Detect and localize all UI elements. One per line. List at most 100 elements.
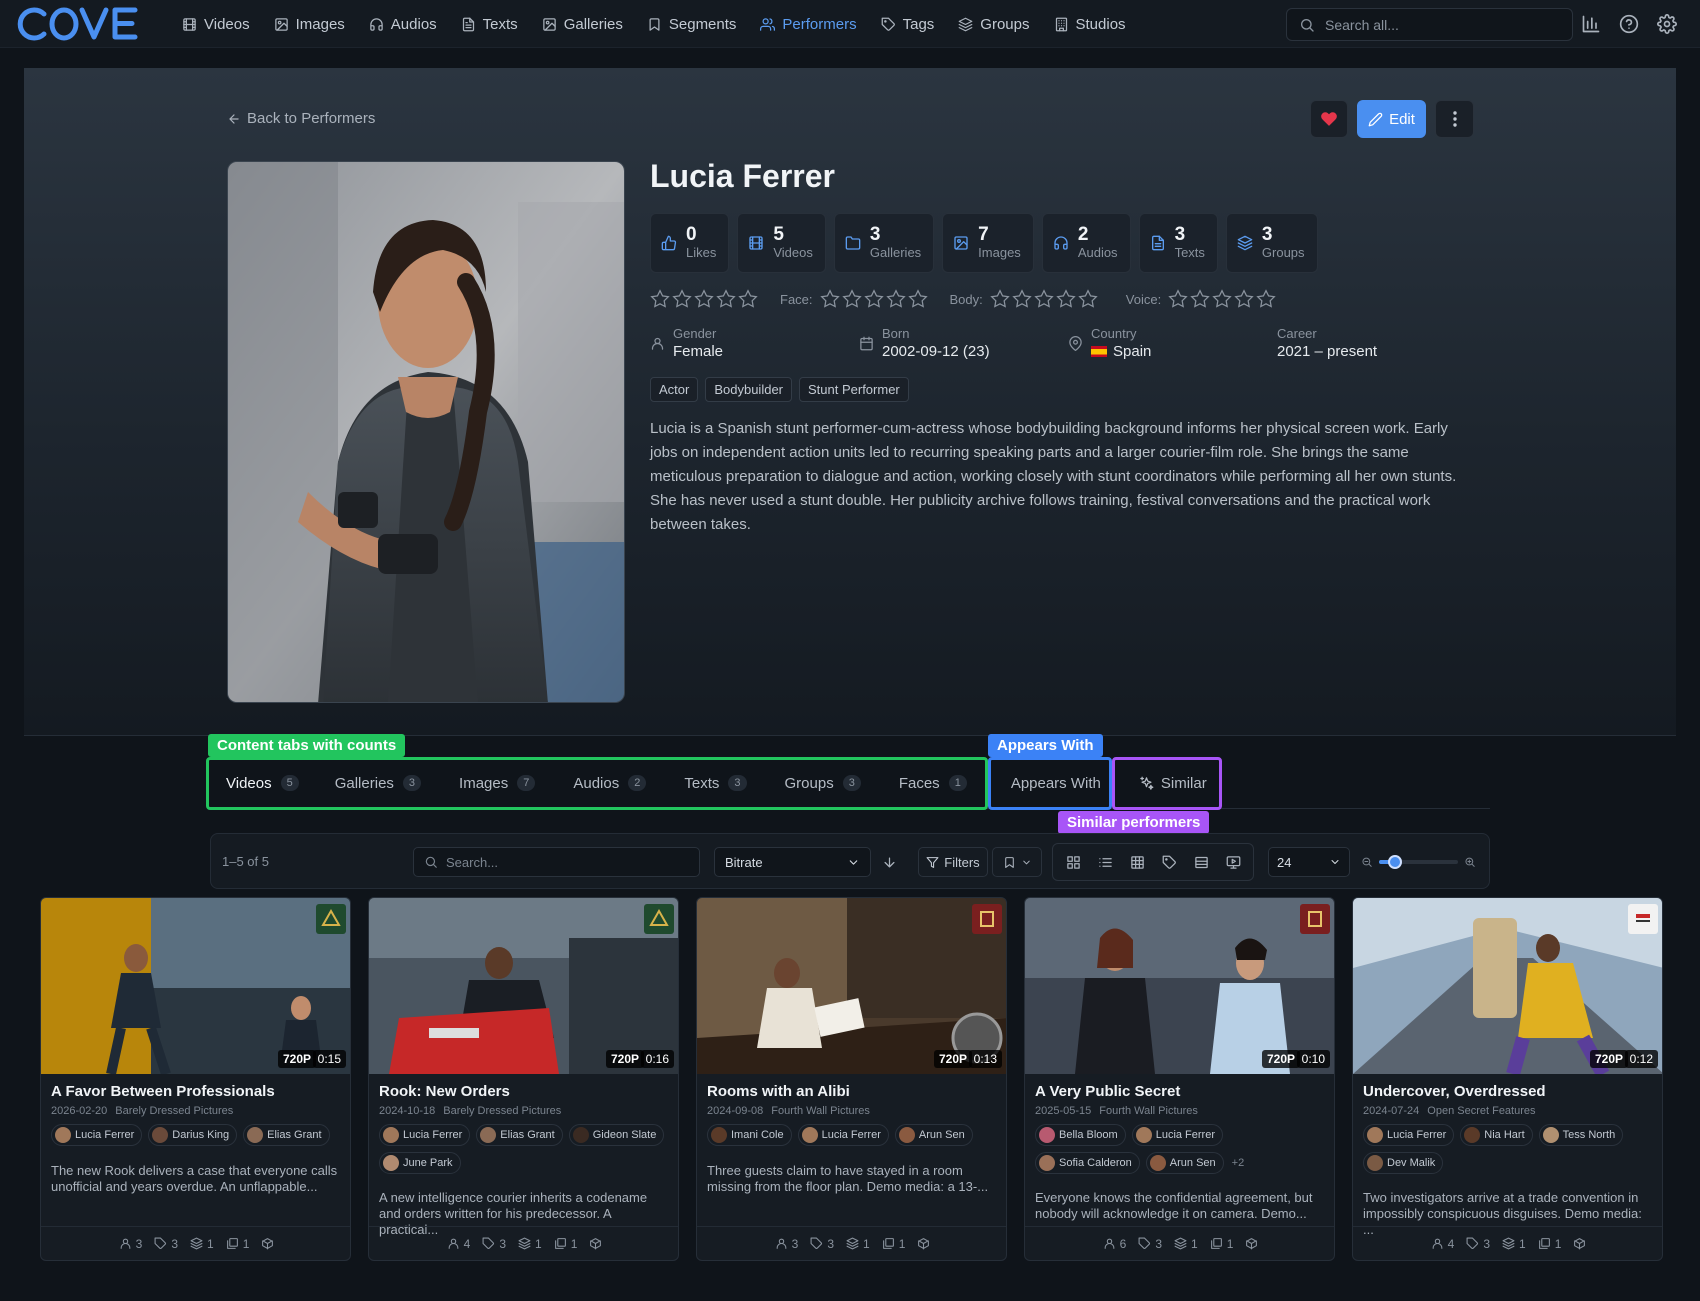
star-icon[interactable] <box>990 289 1010 309</box>
video-studio[interactable]: Barely Dressed Pictures <box>443 1105 561 1117</box>
organized-indicator[interactable] <box>1245 1237 1258 1250</box>
performer-chip[interactable]: Sofia Calderon <box>1035 1152 1140 1174</box>
nav-audios[interactable]: Audios <box>357 0 449 48</box>
performer-chip[interactable]: Nia Hart <box>1460 1124 1533 1146</box>
stat-likes[interactable]: 0 Likes <box>650 213 730 273</box>
face-rating[interactable] <box>819 289 928 309</box>
video-title[interactable]: A Favor Between Professionals <box>51 1083 275 1100</box>
star-icon[interactable] <box>716 289 736 309</box>
star-icon[interactable] <box>1212 289 1232 309</box>
role-tag[interactable]: Stunt Performer <box>799 377 909 402</box>
sort-direction-button[interactable] <box>874 847 904 877</box>
star-icon[interactable] <box>1234 289 1254 309</box>
filters-button[interactable]: Filters <box>918 847 988 877</box>
video-card[interactable]: 720P 0:15 A Favor Between Professionals … <box>40 897 351 1261</box>
edit-button[interactable]: Edit <box>1357 100 1426 138</box>
performer-chip[interactable]: Arun Sen <box>1145 1152 1224 1174</box>
table-icon[interactable] <box>1130 855 1145 870</box>
nav-segments[interactable]: Segments <box>635 0 749 48</box>
star-icon[interactable] <box>863 289 884 309</box>
overall-rating[interactable] <box>650 289 758 309</box>
organized-indicator[interactable] <box>917 1237 930 1250</box>
nav-tags[interactable]: Tags <box>869 0 947 48</box>
star-icon[interactable] <box>694 289 714 309</box>
zoom-out-icon[interactable] <box>1361 856 1373 868</box>
video-thumbnail[interactable]: 720P 0:15 <box>41 898 350 1074</box>
back-to-performers-link[interactable]: Back to Performers <box>227 110 375 127</box>
video-title[interactable]: Undercover, Overdressed <box>1363 1083 1546 1100</box>
star-icon[interactable] <box>885 289 906 309</box>
performer-chip[interactable]: Imani Cole <box>707 1124 792 1146</box>
video-card[interactable]: 720P 0:13 Rooms with an Alibi 2024-09-08… <box>696 897 1007 1261</box>
performer-chip[interactable]: Lucia Ferrer <box>797 1124 889 1146</box>
stat-images[interactable]: 7 Images <box>942 213 1034 273</box>
list-icon[interactable] <box>1098 855 1113 870</box>
role-tag[interactable]: Actor <box>650 377 699 402</box>
video-studio[interactable]: Fourth Wall Pictures <box>771 1105 870 1117</box>
filter-search-input[interactable]: Search... <box>413 847 700 877</box>
video-title[interactable]: Rook: New Orders <box>379 1083 510 1100</box>
star-icon[interactable] <box>1168 289 1188 309</box>
rows-icon[interactable] <box>1194 855 1209 870</box>
nav-galleries[interactable]: Galleries <box>530 0 635 48</box>
organized-indicator[interactable] <box>1573 1237 1586 1250</box>
favorite-button[interactable] <box>1310 100 1348 138</box>
performer-chip[interactable]: Lucia Ferrer <box>1363 1124 1455 1146</box>
body-rating[interactable] <box>990 289 1098 309</box>
star-icon[interactable] <box>650 289 670 309</box>
performer-chip[interactable]: Lucia Ferrer <box>1131 1124 1223 1146</box>
performer-chip[interactable]: Bella Bloom <box>1035 1124 1126 1146</box>
star-icon[interactable] <box>1056 289 1076 309</box>
star-icon[interactable] <box>1256 289 1276 309</box>
video-studio[interactable]: Fourth Wall Pictures <box>1099 1105 1198 1117</box>
stat-audios[interactable]: 2 Audios <box>1041 213 1131 273</box>
sort-select[interactable]: Bitrate <box>714 847 871 877</box>
performer-chip[interactable]: Dev Malik <box>1363 1152 1444 1174</box>
star-icon[interactable] <box>738 289 758 309</box>
video-thumbnail[interactable]: 720P 0:13 <box>697 898 1006 1074</box>
stat-groups[interactable]: 3 Groups <box>1225 213 1318 273</box>
performer-chip[interactable]: Arun Sen <box>894 1124 973 1146</box>
cove-logo[interactable] <box>14 6 138 42</box>
settings-icon[interactable] <box>1657 14 1677 34</box>
stat-galleries[interactable]: 3 Galleries <box>833 213 935 273</box>
grid-icon[interactable] <box>1066 855 1081 870</box>
star-icon[interactable] <box>907 289 928 309</box>
video-studio[interactable]: Barely Dressed Pictures <box>115 1105 233 1117</box>
more-actions-button[interactable] <box>1435 100 1474 138</box>
performer-chip[interactable]: Darius King <box>148 1124 238 1146</box>
nav-studios[interactable]: Studios <box>1042 0 1138 48</box>
performer-chip[interactable]: Elias Grant <box>243 1124 330 1146</box>
zoom-thumb[interactable] <box>1387 855 1402 869</box>
global-search-input[interactable]: Search all... <box>1286 8 1573 41</box>
star-icon[interactable] <box>1190 289 1210 309</box>
performer-chip[interactable]: Tess North <box>1538 1124 1624 1146</box>
role-tag[interactable]: Bodybuilder <box>705 377 792 402</box>
star-icon[interactable] <box>1078 289 1098 309</box>
star-icon[interactable] <box>1034 289 1054 309</box>
performer-chip[interactable]: Lucia Ferrer <box>379 1124 471 1146</box>
video-studio[interactable]: Open Secret Features <box>1427 1105 1535 1117</box>
nav-images[interactable]: Images <box>262 0 357 48</box>
star-icon[interactable] <box>672 289 692 309</box>
stat-videos[interactable]: 5 Videos <box>737 213 826 273</box>
performer-chip[interactable]: Gideon Slate <box>568 1124 665 1146</box>
nav-videos[interactable]: Videos <box>170 0 262 48</box>
video-title[interactable]: Rooms with an Alibi <box>707 1083 850 1100</box>
more-performers[interactable]: +2 <box>1230 1152 1245 1174</box>
nav-performers[interactable]: Performers <box>748 0 868 48</box>
video-thumbnail[interactable]: 720P 0:12 <box>1353 898 1662 1074</box>
zoom-track[interactable] <box>1378 855 1459 869</box>
performer-chip[interactable]: Lucia Ferrer <box>51 1124 143 1146</box>
star-icon[interactable] <box>1012 289 1032 309</box>
saved-filters-button[interactable] <box>992 847 1042 877</box>
nav-texts[interactable]: Texts <box>449 0 530 48</box>
video-thumbnail[interactable]: 720P 0:10 <box>1025 898 1334 1074</box>
voice-rating[interactable] <box>1168 289 1276 309</box>
organized-indicator[interactable] <box>589 1237 602 1250</box>
zoom-in-icon[interactable] <box>1464 856 1476 868</box>
tag-view-icon[interactable] <box>1162 855 1177 870</box>
star-icon[interactable] <box>841 289 862 309</box>
stats-icon[interactable] <box>1581 14 1601 34</box>
video-card[interactable]: 720P 0:10 A Very Public Secret 2025-05-1… <box>1024 897 1335 1261</box>
